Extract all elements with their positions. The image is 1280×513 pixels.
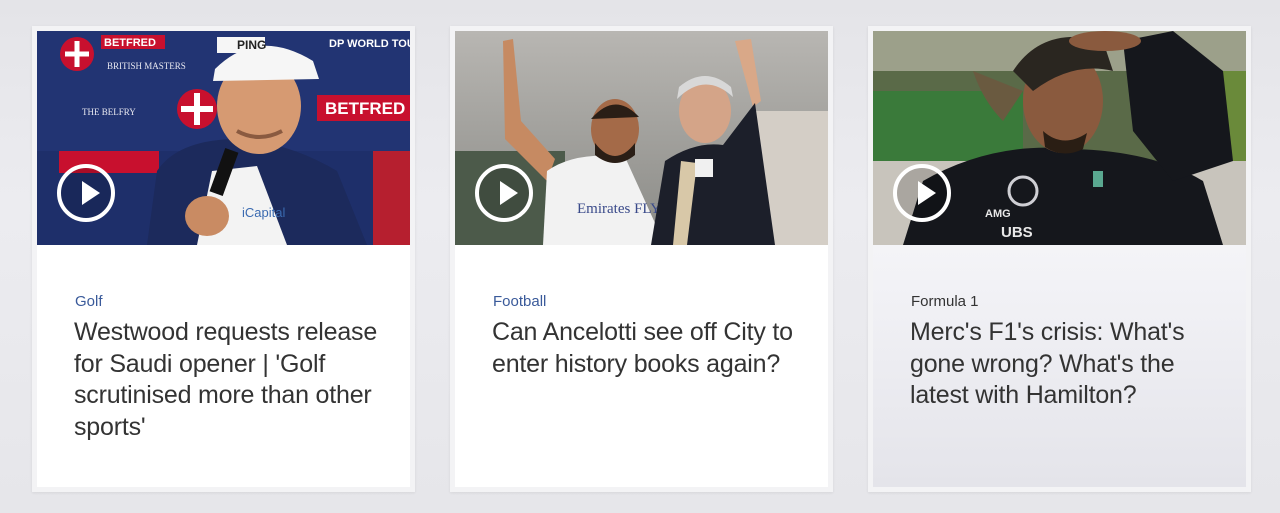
article-thumbnail-golf[interactable]: BETFRED BRITISH MASTERS DP WORLD TOUR TH… xyxy=(37,31,410,245)
article-thumbnail-formula1[interactable]: UBS AMG xyxy=(873,31,1246,245)
category-label[interactable]: Golf xyxy=(75,293,103,310)
article-card-formula1[interactable]: UBS AMG Formula 1 Merc's F1's crisis: Wh… xyxy=(868,26,1251,492)
cap-ping: PING xyxy=(237,38,266,52)
sign-masters: BRITISH MASTERS xyxy=(107,61,186,71)
category-label[interactable]: Football xyxy=(493,293,546,310)
play-circle-icon[interactable] xyxy=(57,164,115,222)
sponsor-amg: AMG xyxy=(985,208,1011,220)
article-thumbnail-football[interactable]: Emirates FLY BETTER xyxy=(455,31,828,245)
sponsor-icapital: iCapital xyxy=(242,205,285,220)
sign-betfred: BETFRED xyxy=(104,37,156,49)
category-label[interactable]: Formula 1 xyxy=(911,293,979,310)
sign-betfred-large: BETFRED xyxy=(325,99,405,118)
article-card-football[interactable]: Emirates FLY BETTER Football Can Ancelot… xyxy=(450,26,833,492)
play-circle-icon[interactable] xyxy=(475,164,533,222)
sign-dp-world: DP WORLD TOUR xyxy=(329,38,410,50)
play-circle-icon[interactable] xyxy=(893,164,951,222)
sign-belfry: THE BELFRY xyxy=(82,107,136,117)
article-headline[interactable]: Can Ancelotti see off City to enter hist… xyxy=(492,317,812,380)
article-card-golf[interactable]: BETFRED BRITISH MASTERS DP WORLD TOUR TH… xyxy=(32,26,415,492)
article-headline[interactable]: Westwood requests release for Saudi open… xyxy=(74,317,394,443)
sponsor-ubs: UBS xyxy=(1001,224,1033,241)
article-headline[interactable]: Merc's F1's crisis: What's gone wrong? W… xyxy=(910,317,1230,412)
